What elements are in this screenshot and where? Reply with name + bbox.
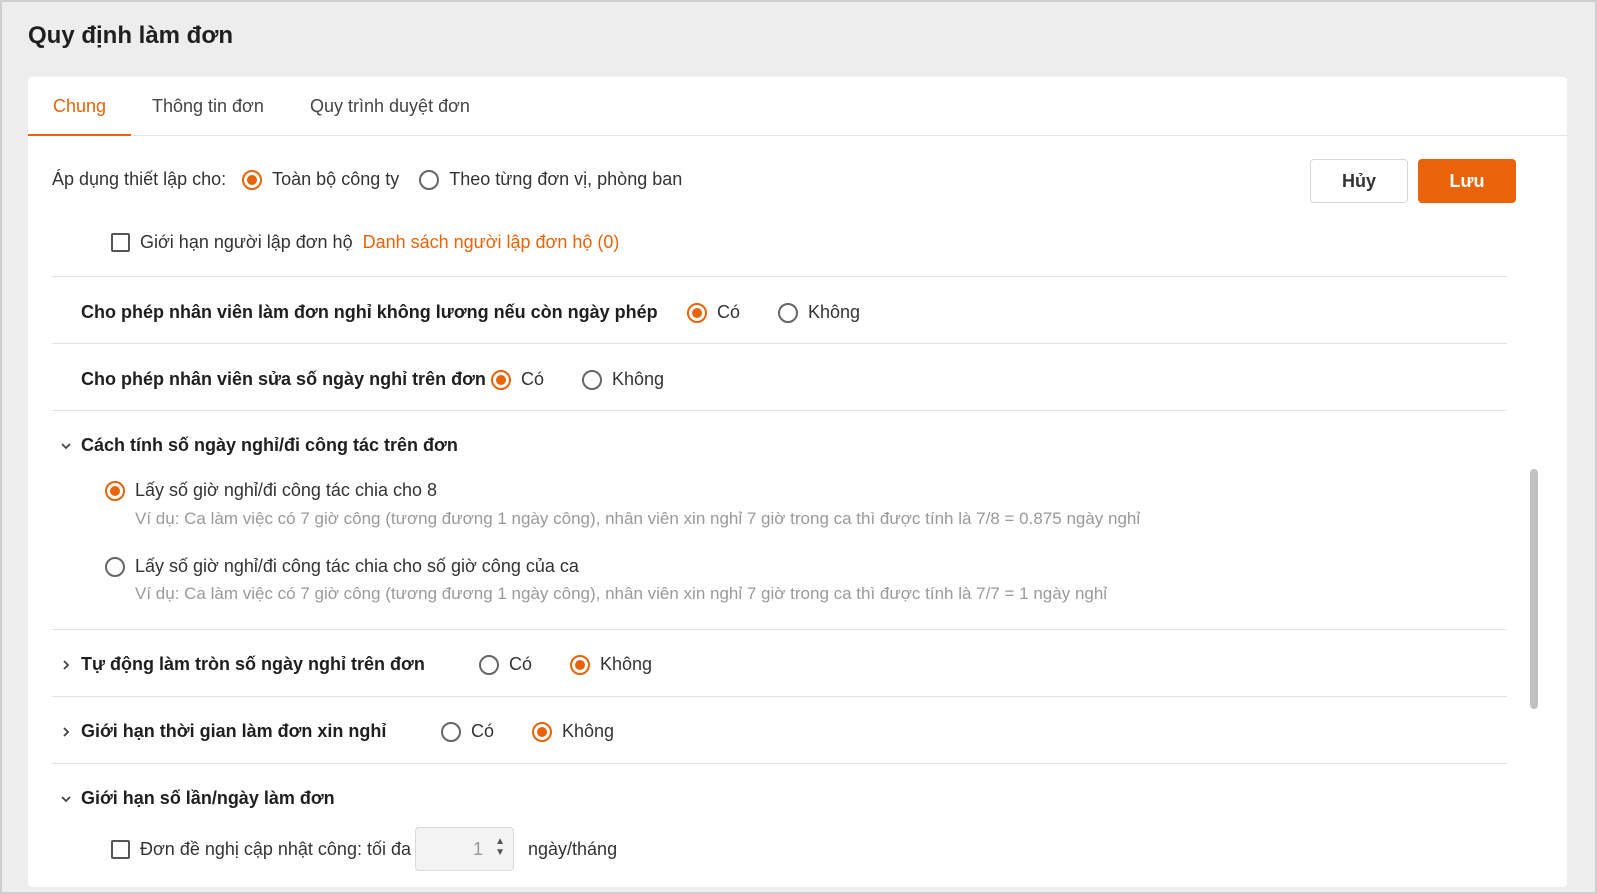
proxy-list-link[interactable]: Danh sách người lập đơn hộ (0) xyxy=(363,232,620,253)
count-limit-label: Giới hạn số lần/ngày làm đơn xyxy=(81,788,335,808)
auto-round-yes-label: Có xyxy=(509,654,533,674)
radio-time-limit-no[interactable] xyxy=(532,721,553,742)
auto-round-yes-option[interactable]: Có xyxy=(479,654,532,675)
calc-method-label: Cách tính số ngày nghỉ/đi công tác trên … xyxy=(81,435,458,455)
tab-chung[interactable]: Chung xyxy=(28,77,132,136)
calc-option-1[interactable]: Lấy số giờ nghỉ/đi công tác chia cho 8 xyxy=(105,480,437,501)
count-limit-checkbox[interactable] xyxy=(111,840,130,859)
stepper-down-icon[interactable]: ▼ xyxy=(495,847,505,858)
divider xyxy=(52,696,1507,697)
unpaid-leave-yes-option[interactable]: Có xyxy=(687,302,740,323)
proxy-limit-label: Giới hạn người lập đơn hộ xyxy=(140,232,353,252)
unpaid-leave-yes-label: Có xyxy=(717,302,741,322)
count-limit-unit: ngày/tháng xyxy=(528,839,618,859)
proxy-row: Giới hạn người lập đơn hộ Danh sách ngườ… xyxy=(111,232,619,253)
apply-company-label: Toàn bộ công ty xyxy=(272,169,400,189)
auto-round-label: Tự động làm tròn số ngày nghỉ trên đơn xyxy=(81,654,425,674)
count-limit-item-label: Đơn đề nghị cập nhật công: tối đa xyxy=(140,839,411,859)
edit-days-yes-option[interactable]: Có xyxy=(491,369,544,390)
divider xyxy=(52,410,1507,411)
radio-calc-divide-shift[interactable] xyxy=(105,556,125,577)
chevron-right-icon[interactable] xyxy=(59,725,73,739)
save-button[interactable]: Lưu xyxy=(1418,159,1516,203)
unpaid-leave-row: Cho phép nhân viên làm đơn nghỉ không lư… xyxy=(81,302,896,323)
scrollbar-thumb[interactable] xyxy=(1530,469,1538,709)
unpaid-leave-no-label: Không xyxy=(808,302,861,322)
divider xyxy=(52,629,1507,630)
time-limit-yes-label: Có xyxy=(471,721,495,741)
auto-round-no-label: Không xyxy=(600,654,653,674)
radio-apply-company[interactable] xyxy=(242,169,263,190)
cancel-button[interactable]: Hủy xyxy=(1310,159,1408,203)
edit-days-no-label: Không xyxy=(612,369,665,389)
radio-calc-divide-8[interactable] xyxy=(105,480,125,501)
calc-option-2-label: Lấy số giờ nghỉ/đi công tác chia cho số … xyxy=(135,556,579,576)
radio-time-limit-yes[interactable] xyxy=(441,721,461,742)
settings-card: Chung Thông tin đơn Quy trình duyệt đơn … xyxy=(28,77,1567,887)
stepper-arrows-icon[interactable]: ▲ ▼ xyxy=(495,836,505,858)
divider xyxy=(52,343,1507,344)
calc-option-1-example: Ví dụ: Ca làm việc có 7 giờ công (tương … xyxy=(135,509,1141,528)
radio-auto-round-no[interactable] xyxy=(570,654,591,675)
proxy-limit-checkbox[interactable] xyxy=(111,233,130,252)
apply-company-option[interactable]: Toàn bộ công ty xyxy=(242,169,399,190)
time-limit-label: Giới hạn thời gian làm đơn xin nghỉ xyxy=(81,721,387,741)
time-limit-no-label: Không xyxy=(562,721,615,741)
stepper-up-icon[interactable]: ▲ xyxy=(495,836,505,847)
time-limit-yes-option[interactable]: Có xyxy=(441,721,494,742)
calc-option-2-example: Ví dụ: Ca làm việc có 7 giờ công (tương … xyxy=(135,584,1108,603)
chevron-down-icon[interactable] xyxy=(59,792,73,806)
divider xyxy=(52,763,1507,764)
radio-edit-days-yes[interactable] xyxy=(491,369,511,390)
tab-thong-tin-don[interactable]: Thông tin đơn xyxy=(127,77,289,136)
edit-days-label: Cho phép nhân viên sửa số ngày nghỉ trên… xyxy=(81,369,486,389)
apply-department-option[interactable]: Theo từng đơn vị, phòng ban xyxy=(419,169,682,190)
chevron-down-icon[interactable] xyxy=(59,439,73,453)
radio-unpaid-leave-yes[interactable] xyxy=(687,302,707,323)
calc-option-2[interactable]: Lấy số giờ nghỉ/đi công tác chia cho số … xyxy=(105,556,579,577)
auto-round-row: Tự động làm tròn số ngày nghỉ trên đơn C… xyxy=(59,654,688,675)
time-limit-row: Giới hạn thời gian làm đơn xin nghỉ Có K… xyxy=(59,721,650,742)
radio-unpaid-leave-no[interactable] xyxy=(778,302,799,323)
calc-option-1-label: Lấy số giờ nghỉ/đi công tác chia cho 8 xyxy=(135,480,437,500)
divider xyxy=(52,276,1507,277)
time-limit-no-option[interactable]: Không xyxy=(532,721,614,742)
edit-days-yes-label: Có xyxy=(521,369,545,389)
count-limit-value: 1 xyxy=(472,838,483,859)
calc-method-header[interactable]: Cách tính số ngày nghỉ/đi công tác trên … xyxy=(59,435,458,456)
radio-auto-round-yes[interactable] xyxy=(479,654,499,675)
auto-round-no-option[interactable]: Không xyxy=(570,654,652,675)
apply-settings-row: Áp dụng thiết lập cho: Toàn bộ công ty T… xyxy=(52,169,718,190)
edit-days-row: Cho phép nhân viên sửa số ngày nghỉ trên… xyxy=(81,369,700,390)
count-limit-stepper[interactable]: 1 ▲ ▼ xyxy=(415,827,514,871)
unpaid-leave-no-option[interactable]: Không xyxy=(778,302,860,323)
apply-settings-label: Áp dụng thiết lập cho: xyxy=(52,169,227,189)
unpaid-leave-label: Cho phép nhân viên làm đơn nghỉ không lư… xyxy=(81,302,658,322)
radio-apply-department[interactable] xyxy=(419,169,440,190)
count-limit-item-row: Đơn đề nghị cập nhật công: tối đa xyxy=(111,839,411,860)
apply-department-label: Theo từng đơn vị, phòng ban xyxy=(449,169,683,189)
count-limit-header[interactable]: Giới hạn số lần/ngày làm đơn xyxy=(59,788,335,809)
tab-quy-trinh-duyet-don[interactable]: Quy trình duyệt đơn xyxy=(285,77,495,136)
chevron-right-icon[interactable] xyxy=(59,658,73,672)
radio-edit-days-no[interactable] xyxy=(582,369,603,390)
page-title: Quy định làm đơn xyxy=(28,22,234,49)
edit-days-no-option[interactable]: Không xyxy=(582,369,664,390)
tab-bar: Chung Thông tin đơn Quy trình duyệt đơn xyxy=(28,77,1567,136)
